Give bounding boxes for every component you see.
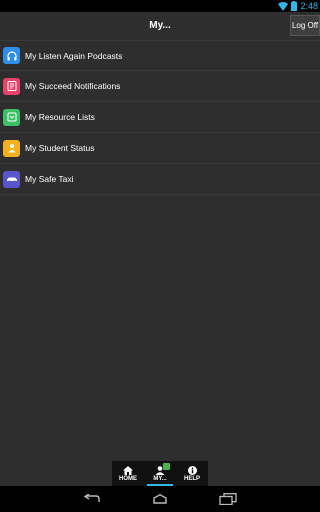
checkmark-icon	[163, 463, 170, 470]
back-icon[interactable]	[82, 490, 102, 508]
menu-list: My Listen Again Podcasts My Succeed Noti…	[0, 40, 320, 195]
status-icons: 2:48	[278, 0, 318, 12]
recent-apps-icon[interactable]	[218, 490, 238, 508]
battery-icon	[291, 1, 298, 11]
bottom-tab-bar: HOME MY... HELP	[112, 461, 208, 486]
home-icon	[123, 465, 133, 475]
student-status-icon	[3, 139, 20, 157]
tab-home[interactable]: HOME	[112, 461, 144, 486]
menu-item-label: My Safe Taxi	[25, 174, 74, 184]
menu-item-student-status[interactable]: My Student Status	[0, 133, 320, 164]
menu-item-notifications[interactable]: My Succeed Notifications	[0, 71, 320, 102]
app-screen: My... Log Off My Listen Again Podcasts M…	[0, 12, 320, 486]
menu-item-podcasts[interactable]: My Listen Again Podcasts	[0, 40, 320, 71]
tab-help[interactable]: HELP	[176, 461, 208, 486]
header: My... Log Off	[0, 12, 320, 40]
tab-label: HELP	[183, 476, 200, 482]
resource-list-icon	[3, 108, 20, 126]
navigation-bar	[0, 486, 320, 512]
tab-my[interactable]: MY...	[144, 461, 176, 486]
notification-icon	[3, 77, 20, 95]
taxi-icon	[3, 170, 20, 188]
tab-label: HOME	[119, 476, 137, 482]
page-title: My...	[149, 20, 171, 31]
menu-item-resource-lists[interactable]: My Resource Lists	[0, 102, 320, 133]
menu-item-label: My Resource Lists	[25, 112, 95, 122]
info-icon	[187, 465, 197, 475]
tab-label: MY...	[153, 476, 167, 482]
menu-item-safe-taxi[interactable]: My Safe Taxi	[0, 164, 320, 195]
status-time: 2:48	[300, 1, 318, 11]
wifi-icon	[278, 1, 289, 11]
logoff-button[interactable]: Log Off	[290, 15, 320, 36]
status-bar: 2:48	[0, 0, 320, 12]
menu-item-label: My Succeed Notifications	[25, 81, 121, 91]
home-nav-icon[interactable]	[150, 490, 170, 508]
menu-item-label: My Listen Again Podcasts	[25, 50, 123, 61]
menu-item-label: My Student Status	[25, 143, 95, 153]
headphones-icon	[3, 47, 20, 64]
